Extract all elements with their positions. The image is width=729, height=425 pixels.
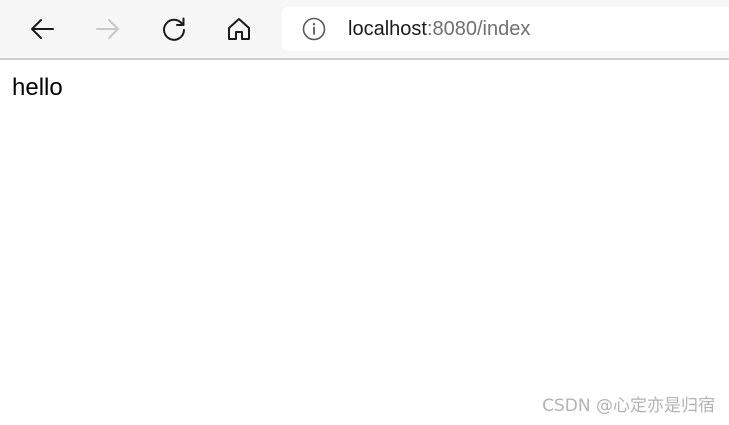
info-icon[interactable]: [302, 17, 326, 41]
forward-arrow-icon: [96, 19, 119, 39]
browser-toolbar: localhost:8080/index: [0, 0, 729, 60]
page-body-text: hello: [12, 74, 63, 101]
url-host: localhost: [348, 18, 427, 40]
url-path: :8080/index: [426, 18, 531, 40]
address-bar[interactable]: localhost:8080/index: [282, 7, 729, 51]
forward-button[interactable]: [87, 9, 129, 49]
home-icon: [228, 18, 250, 40]
reload-icon: [163, 17, 185, 41]
url-text[interactable]: localhost:8080/index: [348, 18, 530, 40]
reload-button[interactable]: [153, 9, 195, 49]
back-button[interactable]: [21, 9, 63, 49]
watermark: CSDN @心定亦是归宿: [542, 396, 715, 416]
home-button[interactable]: [218, 9, 260, 49]
back-arrow-icon: [31, 19, 54, 39]
